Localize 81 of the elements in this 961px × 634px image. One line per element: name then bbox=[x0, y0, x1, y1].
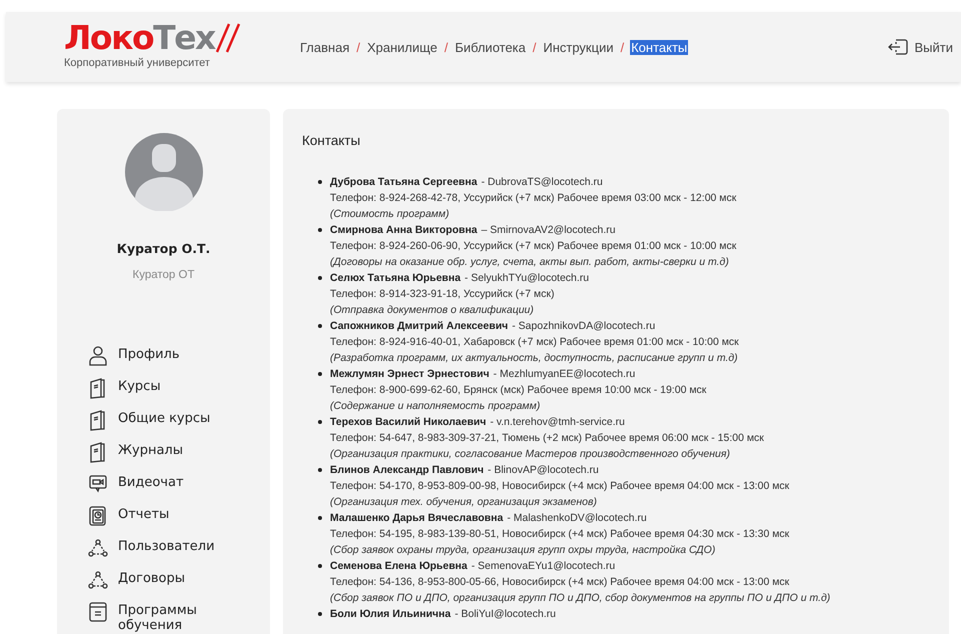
contact-name: Блинов Александр Павлович bbox=[330, 463, 484, 478]
contact-note: (Сбор заявок охраны труда, организация групп охры труда, настройка СДО) bbox=[330, 543, 716, 558]
breadcrumb-separator: / bbox=[620, 40, 624, 54]
contact-phone: Телефон: 54-195, 8-983-139-80-51, Новосибирск (+4 мск) Рабочее время 04:30 мск - 13:30 мск bbox=[330, 527, 790, 542]
menu-item[interactable]: Договоры bbox=[88, 569, 270, 592]
menu-item[interactable]: Курсы bbox=[88, 377, 270, 400]
bullet-icon bbox=[318, 276, 322, 280]
logo-subtitle: Корпоративный университет bbox=[64, 56, 211, 68]
menu-item[interactable]: Журналы bbox=[88, 441, 270, 464]
bullet-icon bbox=[318, 372, 322, 376]
menu-item[interactable]: Видеочат bbox=[88, 473, 270, 496]
contact-email: - DubrovaTS@locotech.ru bbox=[481, 175, 603, 190]
contact-note: (Разработка программ, их актуальность, доступность, расписание групп и т.д) bbox=[330, 351, 739, 366]
bullet-icon bbox=[318, 228, 322, 232]
contact-email: – SmirnovaAV2@locotech.ru bbox=[481, 223, 616, 238]
menu-item[interactable]: Пользователи bbox=[88, 537, 270, 560]
breadcrumb-separator: / bbox=[356, 40, 360, 54]
page-title: Контакты bbox=[302, 133, 362, 148]
contact-email: - BoliYuI@locotech.ru bbox=[454, 607, 556, 622]
contact-phone: Телефон: 54-170, 8-953-809-00-98, Новосибирск (+4 мск) Рабочее время 04:00 мск - 13:00 мск bbox=[330, 479, 790, 494]
contact-phone: Телефон: 8-924-916-40-01, Хабаровск (+7 мск) Рабочее время 01:00 мск - 10:00 мск bbox=[330, 335, 739, 350]
contact-email: - SapozhnikovDA@locotech.ru bbox=[512, 319, 656, 334]
logout-link[interactable]: Выйти bbox=[886, 38, 953, 56]
menu-item[interactable]: Профиль bbox=[88, 345, 270, 368]
contact-note: (Организация практики, согласование Мастеров производственного обучения) bbox=[330, 447, 731, 462]
breadcrumb-link[interactable]: Хранилище bbox=[366, 40, 438, 54]
menu-item[interactable]: Общие курсы bbox=[88, 409, 270, 432]
user-name: Куратор О.Т. bbox=[116, 241, 210, 256]
contact-note: (Стоимость программ) bbox=[330, 207, 450, 222]
network-icon bbox=[88, 537, 108, 559]
logo-text: Тех bbox=[153, 20, 215, 56]
breadcrumb-link[interactable]: Контакты bbox=[630, 40, 688, 54]
breadcrumb-link[interactable]: Библиотека bbox=[454, 40, 527, 54]
contact-note: (Организация тех. обучения, организация экзаменов) bbox=[330, 495, 598, 510]
person-icon bbox=[88, 345, 108, 367]
breadcrumb-link[interactable]: Главная bbox=[299, 40, 350, 54]
contact-note: (Содержание и наполняемость программ) bbox=[330, 399, 542, 414]
contact-name: Смирнова Анна Викторовна bbox=[330, 223, 478, 238]
video-icon bbox=[88, 473, 108, 495]
contact-name: Межлумян Эрнест Эрнестович bbox=[330, 367, 490, 382]
contact-phone: Телефон: 8-924-260-06-90, Уссурийск (+7 мск) Рабочее время 01:00 мск - 10:00 мск bbox=[330, 239, 736, 254]
bullet-icon bbox=[318, 516, 322, 520]
logout-icon bbox=[886, 38, 908, 56]
breadcrumb-link[interactable]: Инструкции bbox=[542, 40, 614, 54]
contact-email: - SelyukhTYu@locotech.ru bbox=[464, 271, 590, 286]
menu-item[interactable]: Программы обучения bbox=[88, 601, 270, 633]
bullet-icon bbox=[318, 420, 322, 424]
breadcrumb-separator: / bbox=[532, 40, 536, 54]
contact-email: - MezhlumyanEE@locotech.ru bbox=[493, 367, 636, 382]
contact-phone: Телефон: 8-900-699-62-60, Брянск (мск) Рабочее время 10:00 мск - 19:00 мск bbox=[330, 383, 706, 398]
breadcrumb-separator: / bbox=[444, 40, 448, 54]
contact-name: Малашенко Дарья Вячеславовна bbox=[330, 511, 504, 526]
document-icon bbox=[88, 601, 108, 623]
bullet-icon bbox=[318, 324, 322, 328]
contact-email: - BlinovAP@locotech.ru bbox=[488, 463, 599, 478]
contact-name: Сапожников Дмитрий Алексеевич bbox=[330, 319, 508, 334]
network-icon bbox=[88, 569, 108, 591]
user-role: Куратор ОТ bbox=[132, 269, 194, 281]
logo-text: Локо bbox=[64, 20, 154, 56]
contact-name: Дуброва Татьяна Сергеевна bbox=[330, 175, 478, 190]
contact-name: Боли Юлия Ильинична bbox=[330, 607, 451, 622]
contact-note: (Отправка документов о квалификации) bbox=[330, 303, 535, 318]
bullet-icon bbox=[318, 564, 322, 568]
contact-name: Терехов Василий Николаевич bbox=[330, 415, 486, 430]
bullet-icon bbox=[318, 468, 322, 472]
report-icon bbox=[88, 505, 108, 527]
contact-email: - v.n.terehov@tmh-service.ru bbox=[490, 415, 625, 430]
bullet-icon bbox=[318, 180, 322, 184]
contact-email: - MalashenkoDV@locotech.ru bbox=[507, 511, 647, 526]
contact-note: (Договоры на оказание обр. услуг, счета, акты вып. работ, акты-сверки и т.д) bbox=[330, 255, 730, 270]
menu-item[interactable]: Отчеты bbox=[88, 505, 270, 528]
contact-note: (Сбор заявок ПО и ДПО, организация групп ПО и ДПО, сбор документов на группы ПО и ДПО и т.д) bbox=[330, 591, 830, 606]
contact-phone: Телефон: 54-647, 8-983-309-37-21, Тюмень (+2 мск) Рабочее время 06:00 мск - 15:00 мск bbox=[330, 431, 764, 446]
contact-email: - SemenovaEYu1@locotech.ru bbox=[471, 559, 616, 574]
bullet-icon bbox=[318, 612, 322, 616]
slashes-icon bbox=[214, 22, 241, 54]
contact-name: Селюх Татьяна Юрьевна bbox=[330, 271, 461, 286]
contact-phone: Телефон: 54-136, 8-953-800-05-66, Новосибирск (+4 мск) Рабочее время 04:00 мск - 13:00 мск bbox=[330, 575, 790, 590]
contact-name: Семенова Елена Юрьевна bbox=[330, 559, 468, 574]
contact-phone: Телефон: 8-924-268-42-78, Уссурийск (+7 мск) Рабочее время 03:00 мск - 12:00 мск bbox=[330, 191, 736, 206]
contact-phone: Телефон: 8-914-323-91-18, Уссурийск (+7 мск) bbox=[330, 287, 556, 302]
